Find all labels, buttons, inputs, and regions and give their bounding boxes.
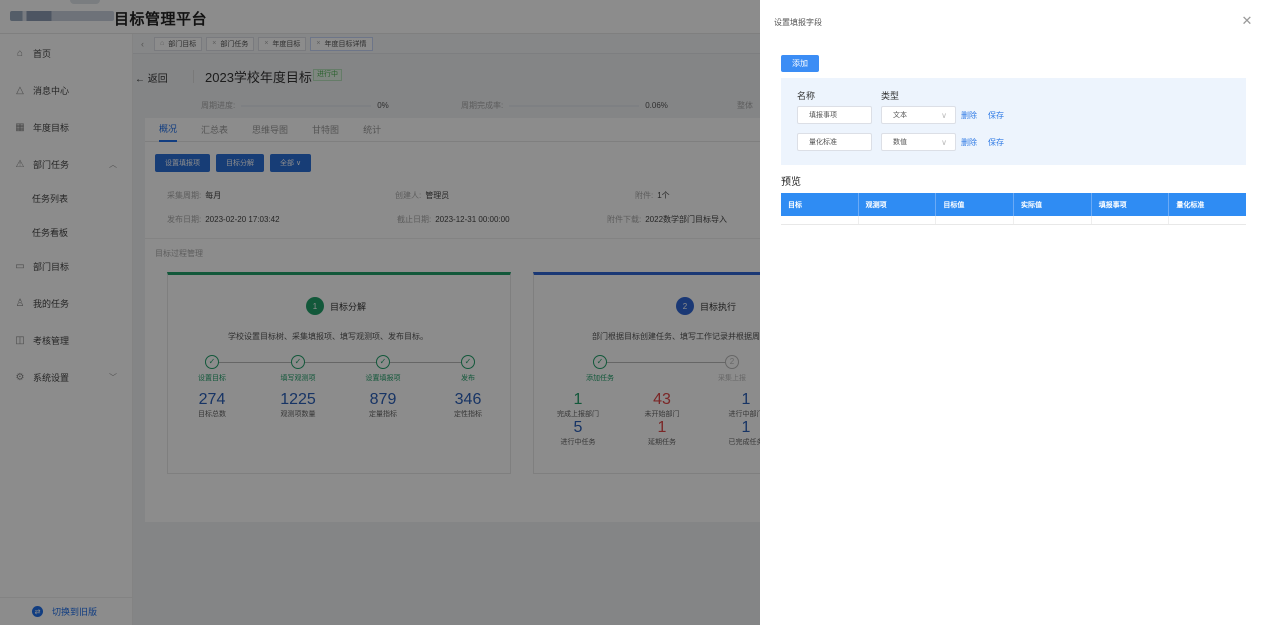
- column-type-header: 类型: [881, 91, 900, 101]
- column-header: 观测项: [859, 193, 937, 216]
- table-row: [781, 216, 1246, 225]
- field-type-select[interactable]: 文本 ∨: [881, 106, 956, 124]
- column-header: 量化标准: [1176, 201, 1205, 209]
- table-header: 目标 观测项 目标值 实际值 填报事项 量化标准: [781, 193, 1246, 216]
- column-header: 目标: [781, 193, 859, 216]
- delete-field-button[interactable]: 删除: [961, 137, 977, 148]
- preview-table: 目标 观测项 目标值 实际值 填报事项 量化标准: [781, 193, 1246, 225]
- preview-title: 预览: [781, 177, 801, 188]
- add-field-button[interactable]: 添加: [781, 55, 819, 72]
- column-header: 目标值: [936, 193, 1015, 216]
- column-header: 实际值: [1014, 193, 1092, 216]
- column-header: 填报事项: [1092, 193, 1170, 216]
- field-name-input[interactable]: 填报事项: [797, 106, 872, 124]
- chevron-down-icon: ∨: [941, 137, 947, 147]
- save-field-button[interactable]: 保存: [988, 110, 1004, 121]
- delete-field-button[interactable]: 删除: [961, 110, 977, 121]
- drawer-title: 设置填报字段: [774, 18, 822, 27]
- report-fields-drawer: 设置填报字段 ✕ 添加 名称 类型 填报事项 文本 ∨ 删除 保存 量化标准 数值…: [760, 0, 1267, 625]
- field-editor-panel: 名称 类型 填报事项 文本 ∨ 删除 保存 量化标准 数值 ∨ 删除 保存: [781, 78, 1246, 165]
- chevron-down-icon: ∨: [941, 110, 947, 120]
- save-field-button[interactable]: 保存: [988, 137, 1004, 148]
- field-type-select[interactable]: 数值 ∨: [881, 133, 956, 151]
- close-icon[interactable]: ✕: [1240, 14, 1254, 28]
- column-name-header: 名称: [797, 91, 816, 101]
- field-name-input[interactable]: 量化标准: [797, 133, 872, 151]
- modal-overlay[interactable]: [0, 0, 760, 625]
